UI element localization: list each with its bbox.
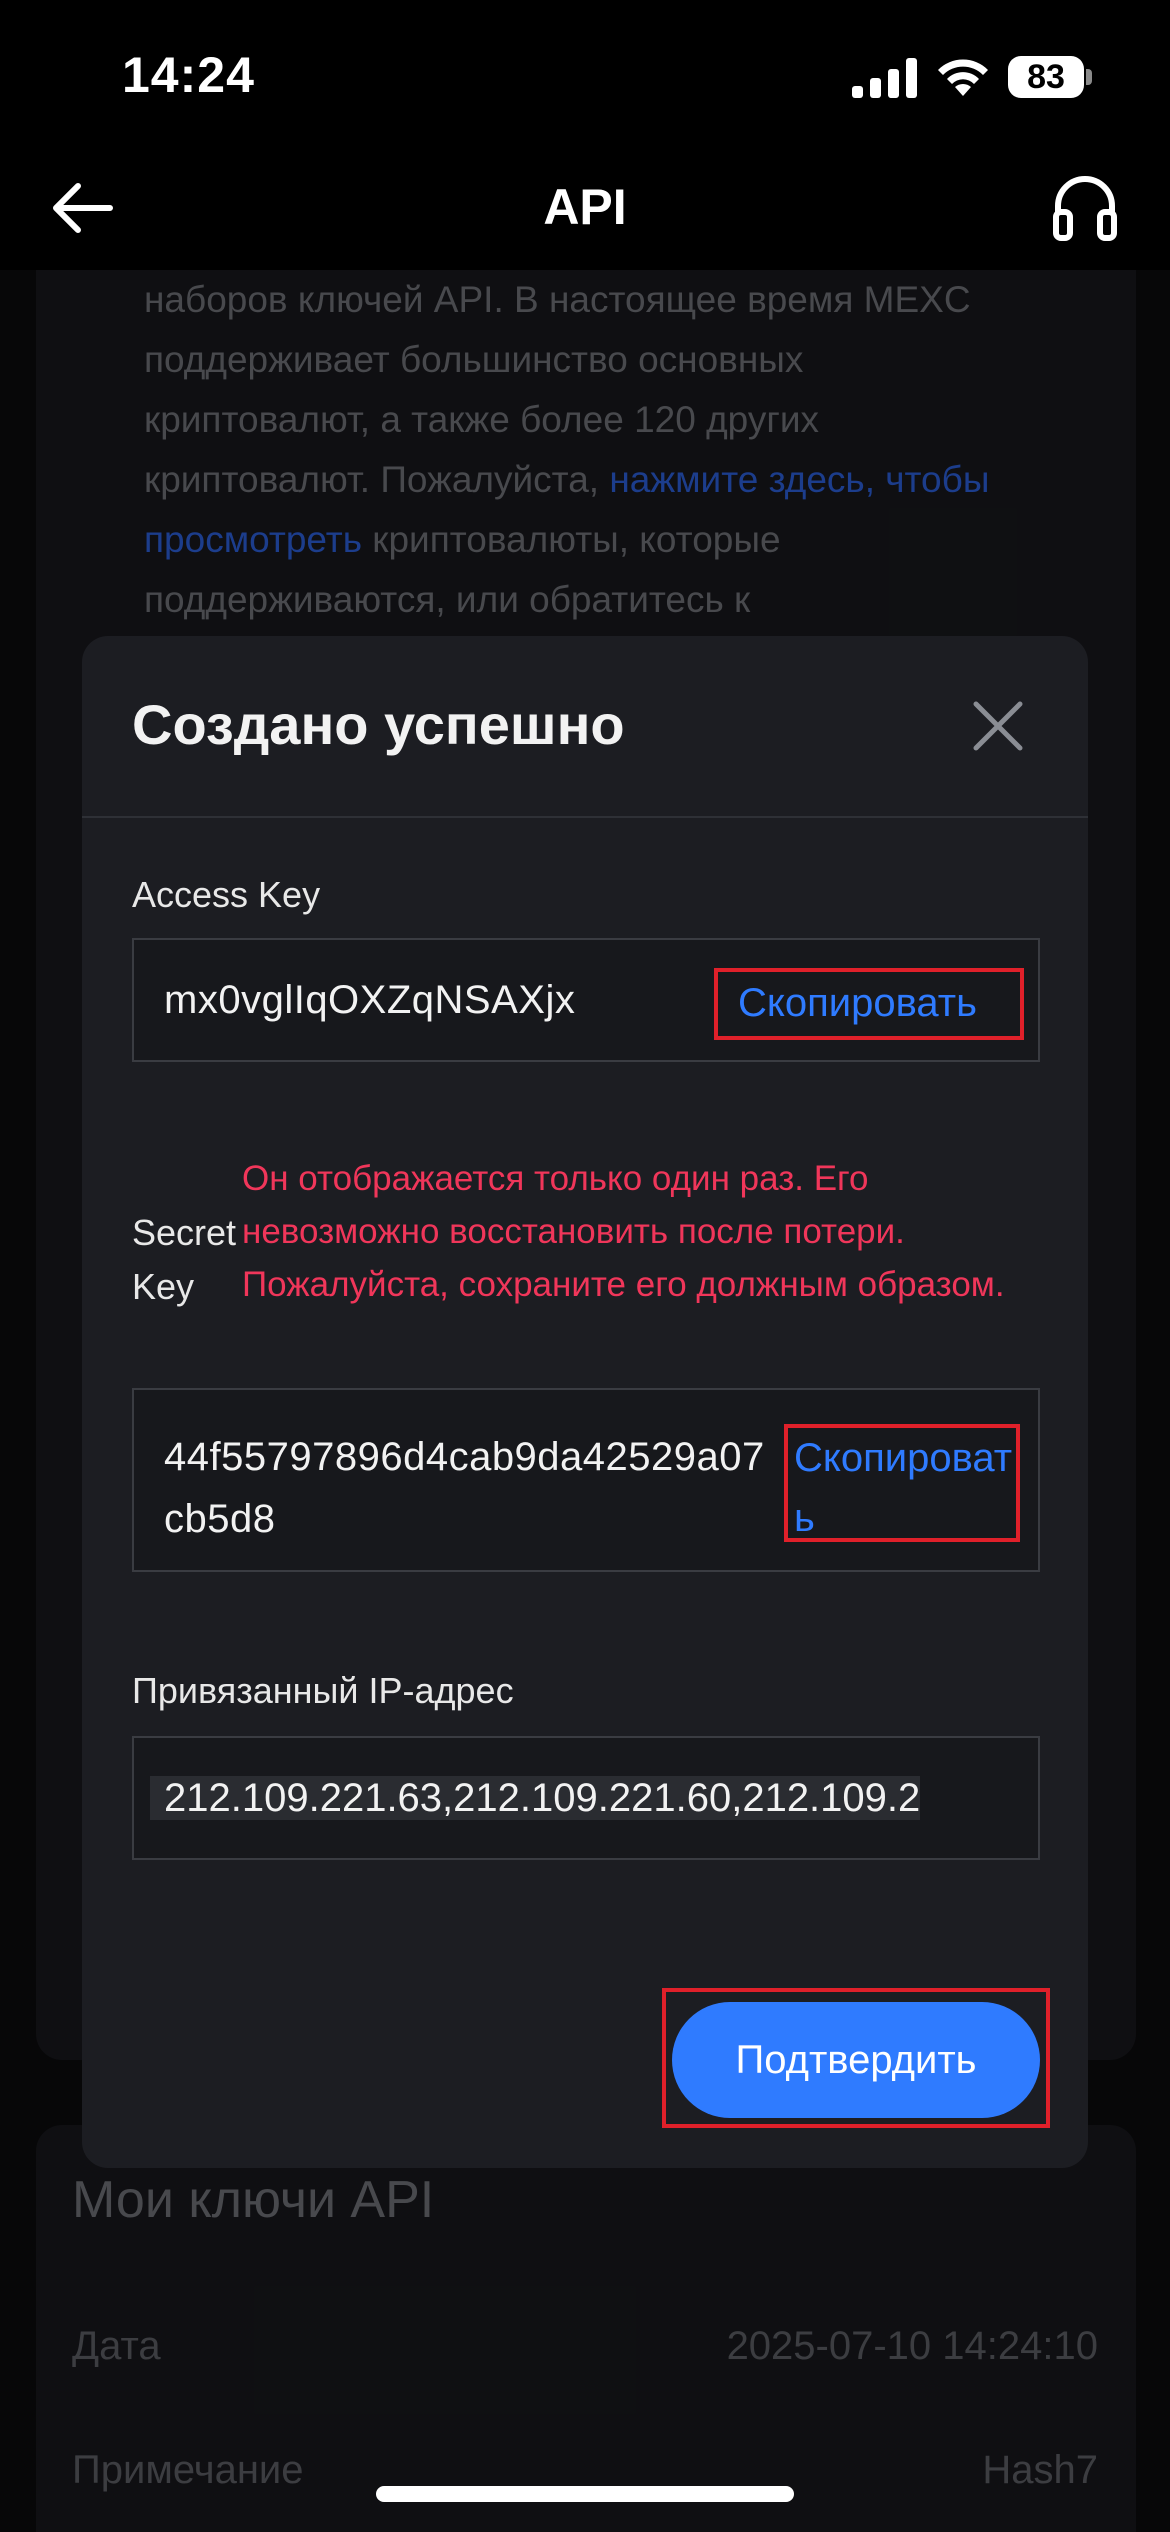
home-indicator[interactable] <box>376 2486 794 2502</box>
api-created-dialog: Создано успешно Access Key mx0vglIqOXZqN… <box>82 636 1088 2168</box>
dialog-divider <box>82 816 1088 818</box>
bound-ip-value: 212.109.221.63,212.109.221.60,212.109.2 <box>150 1776 1026 1821</box>
close-icon[interactable] <box>970 698 1026 754</box>
secret-key-value: 44f55797896d4cab9da42529a07cb5d8 <box>164 1435 765 1541</box>
wifi-icon <box>938 59 988 96</box>
battery-indicator: 83 <box>1008 56 1092 98</box>
copy-secret-key-button[interactable]: Скопировать <box>784 1424 1020 1542</box>
status-time: 14:24 <box>122 47 255 103</box>
cellular-signal-icon <box>852 58 917 98</box>
secret-key-warning: Он отображается только один раз. Его нев… <box>242 1159 1005 1304</box>
copy-access-key-button[interactable]: Скопировать <box>714 968 1024 1040</box>
dialog-title: Создано успешно <box>132 693 625 756</box>
access-key-value: mx0vglIqOXZqNSAXjx <box>164 978 576 1022</box>
battery-cap <box>1086 69 1092 85</box>
confirm-button[interactable]: Подтвердить <box>672 2002 1040 2118</box>
status-bar: 14:24 83 <box>0 0 1170 150</box>
page-title: API <box>543 179 627 235</box>
headset-support-icon[interactable] <box>1052 172 1118 244</box>
bound-ip-field: 212.109.221.63,212.109.221.60,212.109.2 <box>132 1736 1040 1860</box>
secret-key-label: Secret Key <box>132 1212 237 1307</box>
secret-key-field: 44f55797896d4cab9da42529a07cb5d8 Скопиро… <box>132 1388 1040 1572</box>
bound-ip-label: Привязанный IP-адрес <box>132 1670 514 1711</box>
access-key-label: Access Key <box>132 874 321 915</box>
bound-ip-text: 212.109.221.63,212.109.221.60,212.109.2 <box>150 1776 921 1820</box>
confirm-highlight: Подтвердить <box>662 1988 1050 2128</box>
nav-bar: API <box>0 150 1170 270</box>
access-key-field: mx0vglIqOXZqNSAXjx Скопировать <box>132 938 1040 1062</box>
battery-level: 83 <box>1008 56 1084 98</box>
